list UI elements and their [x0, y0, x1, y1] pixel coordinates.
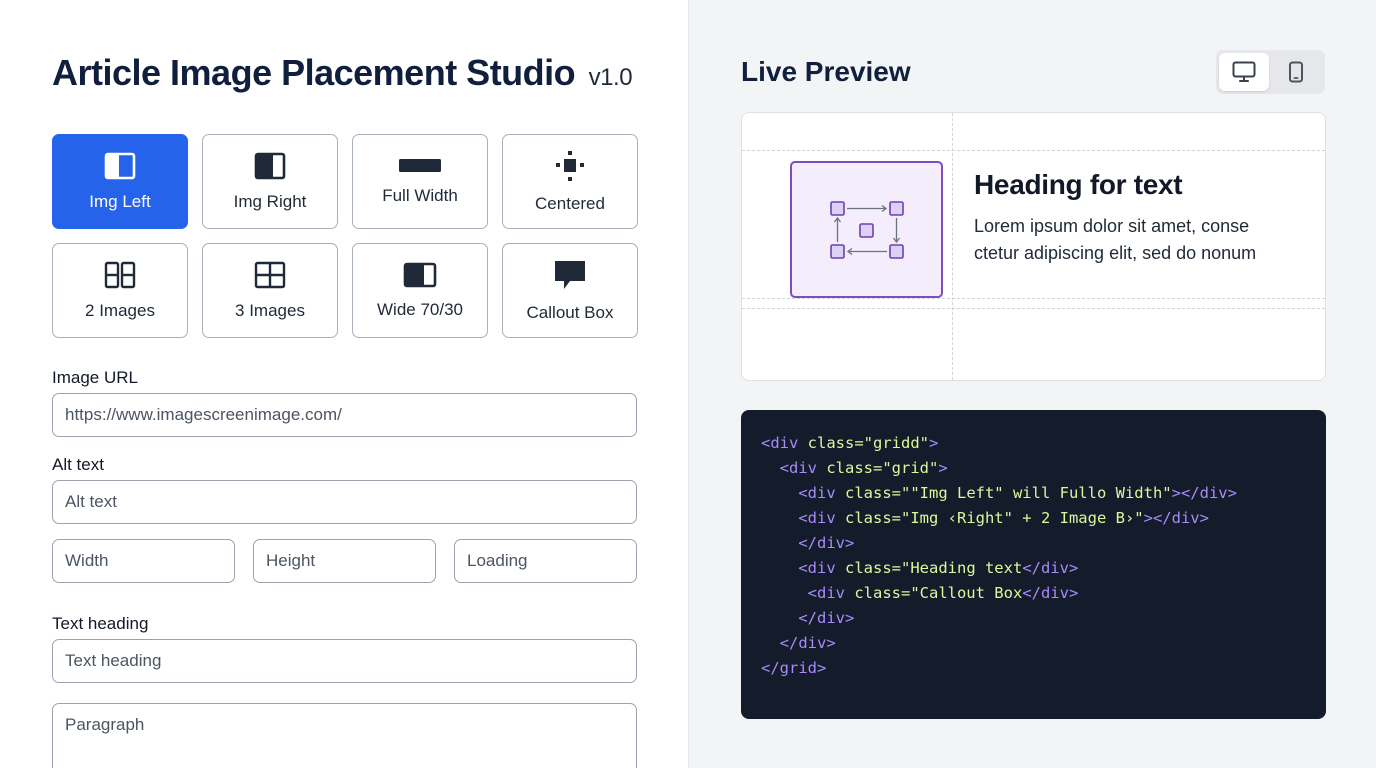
centered-icon	[553, 150, 587, 182]
layout-option-label: Full Width	[382, 185, 458, 205]
live-preview-canvas: Heading for text Lorem ipsum dolor sit a…	[741, 112, 1326, 381]
layout-option-img-right[interactable]: Img Right	[202, 134, 338, 229]
layout-option-callout-box[interactable]: Callout Box	[502, 243, 638, 338]
code-tag: <div	[761, 484, 845, 502]
three-images-icon	[254, 261, 286, 289]
version-badge: v1.0	[588, 64, 633, 91]
code-line: <div class=""Img Left" will Fullo Width"…	[741, 481, 1326, 506]
grid-guide	[742, 150, 1325, 151]
layout-option-label: 2 Images	[85, 300, 155, 320]
code-line: <div class="Img ‹Right" + 2 Image B›"></…	[741, 506, 1326, 531]
mobile-icon	[1289, 61, 1303, 83]
layout-option-centered[interactable]: Centered	[502, 134, 638, 229]
grid-guide	[742, 298, 1325, 299]
loading-input[interactable]: Loading	[454, 539, 637, 583]
code-attr: class="grid"	[826, 459, 939, 477]
layout-option-label: Centered	[535, 193, 605, 213]
code-tag: </div>	[1022, 584, 1079, 602]
code-tag: </grid>	[761, 659, 827, 677]
layout-option-label: Wide 70/30	[377, 299, 463, 319]
code-tag: <div	[761, 509, 845, 527]
layout-option-label: Callout Box	[526, 302, 614, 322]
code-tag: ></div>	[1171, 484, 1237, 502]
code-line: <div class="grid">	[741, 456, 1326, 481]
preview-paragraph-line: ctetur adipiscing elit, sed do nonum	[974, 243, 1257, 263]
code-tag: <div	[761, 559, 845, 577]
editor-panel: Article Image Placement Studio v1.0 Img …	[0, 0, 688, 768]
layout-diagram-icon	[829, 200, 904, 259]
layout-option-2-images[interactable]: 2 Images	[52, 243, 188, 338]
code-tag: <div	[761, 459, 827, 477]
preview-panel: Live Preview Heading for text Lorem ipsu…	[688, 0, 1376, 768]
code-tag: </div>	[761, 634, 836, 652]
layout-option-wide-70-30[interactable]: Wide 70/30	[352, 243, 488, 338]
page-title: Article Image Placement Studio v1.0	[52, 52, 633, 94]
code-attr: class="Heading text	[845, 559, 1023, 577]
code-tag: </div>	[1022, 559, 1079, 577]
two-images-icon	[104, 261, 136, 289]
preview-paragraph: Lorem ipsum dolor sit amet, conse ctetur…	[974, 213, 1294, 267]
wide-split-icon	[403, 262, 437, 288]
code-attr: class="Img ‹Right" + 2 Image B›"	[845, 509, 1144, 527]
layout-option-full-width[interactable]: Full Width	[352, 134, 488, 229]
height-input[interactable]: Height	[253, 539, 436, 583]
code-tag: >	[929, 434, 939, 452]
alt-text-label: Alt text	[52, 455, 104, 474]
width-input[interactable]: Width	[52, 539, 235, 583]
preview-paragraph-line: Lorem ipsum dolor sit amet, conse	[974, 216, 1250, 236]
desktop-icon	[1232, 61, 1256, 82]
preview-image-placeholder[interactable]	[790, 161, 943, 298]
layout-option-3-images[interactable]: 3 Images	[202, 243, 338, 338]
code-line: <div class="gridd">	[741, 431, 1326, 456]
layout-option-label: 3 Images	[235, 300, 305, 320]
image-url-input[interactable]: https://www.imagescreenimage.com/	[52, 393, 637, 437]
code-tag: </div>	[761, 609, 855, 627]
code-output[interactable]: <div class="gridd"> <div class="grid"> <…	[741, 410, 1326, 719]
text-heading-label: Text heading	[52, 614, 149, 633]
full-width-icon	[398, 158, 442, 174]
code-line: <div class="Callout Box</div>	[741, 581, 1326, 606]
callout-icon	[553, 259, 587, 291]
mobile-view-button[interactable]	[1271, 53, 1321, 91]
grid-guide	[952, 113, 953, 380]
code-tag: </div>	[761, 534, 855, 552]
code-line: </div>	[741, 606, 1326, 631]
preview-title: Live Preview	[741, 56, 911, 87]
code-tag: ></div>	[1143, 509, 1209, 527]
code-tag: >	[938, 459, 948, 477]
paragraph-textarea[interactable]: Paragraph	[52, 703, 637, 768]
text-heading-input[interactable]: Text heading	[52, 639, 637, 683]
code-line: </div>	[741, 531, 1326, 556]
image-url-label: Image URL	[52, 368, 138, 387]
grid-guide	[742, 308, 1325, 309]
preview-heading: Heading for text	[974, 169, 1183, 200]
code-attr: class="Callout Box	[854, 584, 1023, 602]
layout-option-label: Img Left	[89, 191, 151, 211]
layout-option-img-left[interactable]: Img Left	[52, 134, 188, 229]
code-attr: class=""Img Left" will Fullo Width"	[845, 484, 1172, 502]
layout-option-label: Img Right	[233, 191, 307, 211]
code-line: </div>	[741, 631, 1326, 656]
code-line: <div class="Heading text</div>	[741, 556, 1326, 581]
code-line: </grid>	[741, 656, 1326, 681]
code-tag: <div	[761, 584, 855, 602]
code-attr: class="gridd"	[807, 434, 929, 452]
layout-picker: Img Left Img Right Full Width Centered 2 Ima…	[52, 134, 638, 338]
code-tag: <div	[761, 434, 808, 452]
img-left-icon	[104, 152, 136, 180]
app-title: Article Image Placement Studio	[52, 52, 576, 93]
device-toggle	[1216, 50, 1325, 94]
img-right-icon	[254, 152, 286, 180]
desktop-view-button[interactable]	[1219, 53, 1269, 91]
alt-text-input[interactable]: Alt text	[52, 480, 637, 524]
